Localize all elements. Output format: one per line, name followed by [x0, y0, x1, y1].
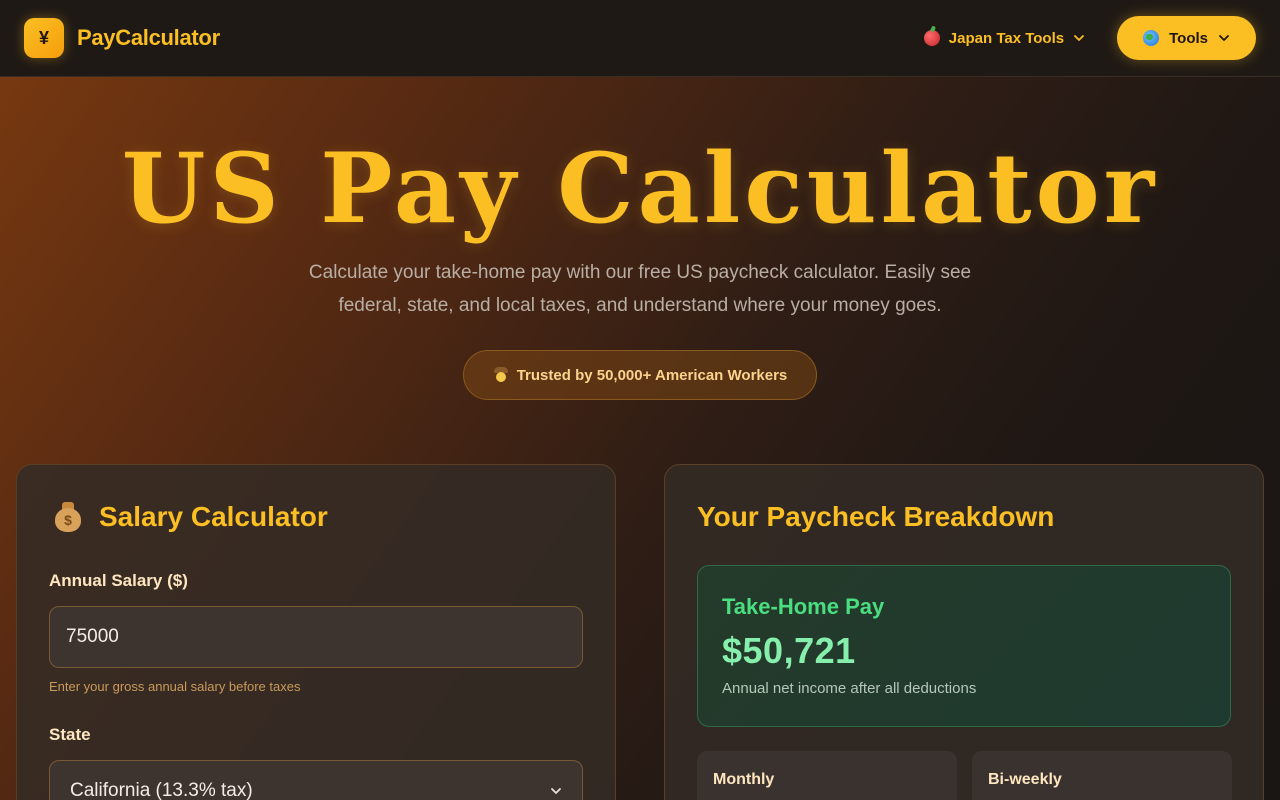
tools-label: Tools — [1169, 29, 1208, 47]
salary-calculator-card: Salary Calculator Annual Salary ($) 7500… — [16, 464, 616, 800]
take-home-value: $50,721 — [722, 630, 856, 671]
brand[interactable]: ¥ PayCalculator — [24, 18, 220, 58]
annual-salary-input[interactable]: 75000 — [49, 606, 583, 668]
biweekly-card: Bi-weekly — [972, 751, 1232, 800]
navbar: ¥ PayCalculator Japan Tax Tools Tools — [0, 0, 1280, 77]
monthly-label: Monthly — [713, 771, 775, 788]
salary-calculator-heading: Salary Calculator — [53, 501, 328, 533]
chevron-down-icon — [551, 788, 561, 794]
trust-badge-text: Trusted by 50,000+ American Workers — [516, 366, 788, 384]
yen-logo-icon: ¥ — [24, 18, 64, 58]
annual-salary-hint: Enter your gross annual salary before ta… — [49, 679, 301, 694]
chevron-down-icon — [1074, 35, 1085, 41]
monthly-card: Monthly — [697, 751, 957, 800]
trust-badge: Trusted by 50,000+ American Workers — [463, 350, 817, 400]
annual-salary-label: Annual Salary ($) — [49, 571, 188, 590]
brand-name: PayCalculator — [77, 25, 220, 50]
money-bag-icon — [53, 502, 83, 532]
salary-calculator-title: Salary Calculator — [99, 501, 328, 532]
paycheck-breakdown-title: Your Paycheck Breakdown — [697, 501, 1055, 532]
nav-right: Japan Tax Tools Tools — [923, 16, 1256, 60]
hero-subtitle: Calculate your take-home pay with our fr… — [308, 262, 972, 316]
take-home-pay-panel: Take-Home Pay $50,721 Annual net income … — [697, 565, 1231, 727]
annual-salary-value: 75000 — [66, 626, 119, 647]
state-select[interactable]: California (13.3% tax) — [49, 760, 583, 800]
state-label: State — [49, 725, 91, 744]
biweekly-label: Bi-weekly — [988, 771, 1062, 788]
paycheck-breakdown-card: Your Paycheck Breakdown Take-Home Pay $5… — [664, 464, 1264, 800]
tools-button[interactable]: Tools — [1117, 16, 1256, 60]
cowboy-icon — [493, 367, 509, 383]
page-title: US Pay Calculator — [121, 132, 1159, 245]
japan-tax-tools-menu[interactable]: Japan Tax Tools — [923, 29, 1085, 47]
apple-icon — [923, 30, 940, 46]
state-selected-value: California (13.3% tax) — [70, 780, 253, 800]
japan-tax-tools-label: Japan Tax Tools — [948, 29, 1065, 47]
globe-icon — [1143, 30, 1160, 46]
take-home-subtext: Annual net income after all deductions — [722, 680, 977, 697]
take-home-label: Take-Home Pay — [722, 594, 885, 619]
chevron-down-icon — [1219, 35, 1229, 41]
